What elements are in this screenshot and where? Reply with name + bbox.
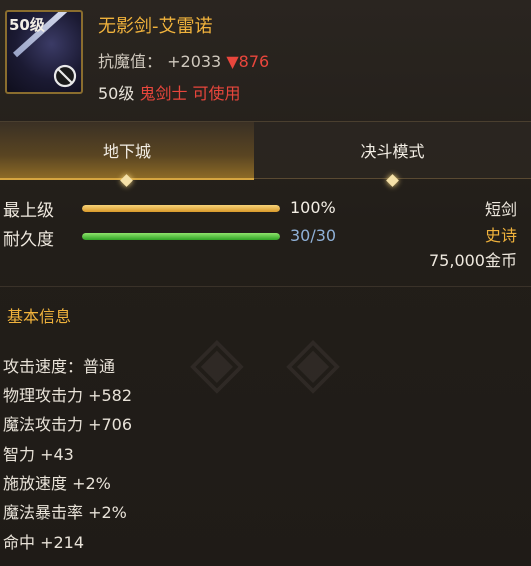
attr-attack-speed: 攻击速度：普通: [3, 357, 116, 376]
rarity: 史诗: [484, 226, 517, 245]
item-tooltip-panel: 50级 无影剑-艾雷诺 抗魔值： +2033 ▼876 50级 鬼剑士 可使用 …: [0, 0, 531, 566]
tab-dungeon[interactable]: 地下城: [0, 122, 254, 187]
durability-bar-fill: [82, 233, 280, 240]
attr-physical-attack: 物理攻击力 +582: [3, 386, 133, 405]
attr-magic-attack: 魔法攻击力 +706: [3, 415, 133, 434]
grade-bar-fill: [82, 205, 280, 212]
durability-bar: [82, 233, 280, 240]
anti-magic-value: +2033: [167, 52, 222, 71]
durability-label: 耐久度: [3, 230, 54, 250]
durability-value: 30/30: [290, 226, 337, 245]
attr-cast-speed: 施放速度 +2%: [3, 474, 111, 493]
sword-icon: 50级: [5, 10, 83, 94]
class-requirement: 鬼剑士 可使用: [139, 84, 241, 103]
grade-bar: [82, 205, 280, 212]
mode-tabs: 地下城 决斗模式: [0, 122, 531, 187]
attr-intelligence: 智力 +43: [3, 445, 74, 464]
section-title-basic-info: 基本信息: [7, 307, 72, 326]
grade-label: 最上级: [3, 201, 54, 221]
tab-duel-mode[interactable]: 决斗模式: [254, 122, 531, 187]
background-emblem-watermark: ◈ ◈: [190, 320, 350, 402]
tab-dungeon-diamond: [120, 174, 133, 187]
attr-magic-crit: 魔法暴击率 +2%: [3, 503, 127, 522]
weapon-type: 短剑: [484, 200, 517, 219]
item-header: 50级 无影剑-艾雷诺 抗魔值： +2033 ▼876 50级 鬼剑士 可使用: [0, 0, 531, 112]
anti-magic-label: 抗魔值：: [98, 52, 163, 71]
anti-magic-diff: ▼876: [226, 52, 270, 71]
grade-value: 100%: [290, 198, 336, 217]
requirement-line: 50级 鬼剑士 可使用: [98, 80, 241, 104]
tab-dungeon-label: 地下城: [102, 142, 151, 161]
section-divider: [0, 286, 531, 287]
icon-level-label: 50级: [9, 16, 45, 34]
tab-duel-diamond: [385, 174, 399, 187]
item-name: 无影剑-艾雷诺: [98, 16, 213, 37]
attr-hit-rate: 命中 +214: [3, 533, 85, 552]
anti-magic-line: 抗魔值： +2033 ▼876: [98, 48, 269, 72]
tab-duel-label: 决斗模式: [360, 142, 425, 161]
prohibited-icon: [53, 64, 77, 88]
level-requirement: 50级: [98, 84, 135, 103]
price: 75,000金币: [429, 251, 517, 270]
